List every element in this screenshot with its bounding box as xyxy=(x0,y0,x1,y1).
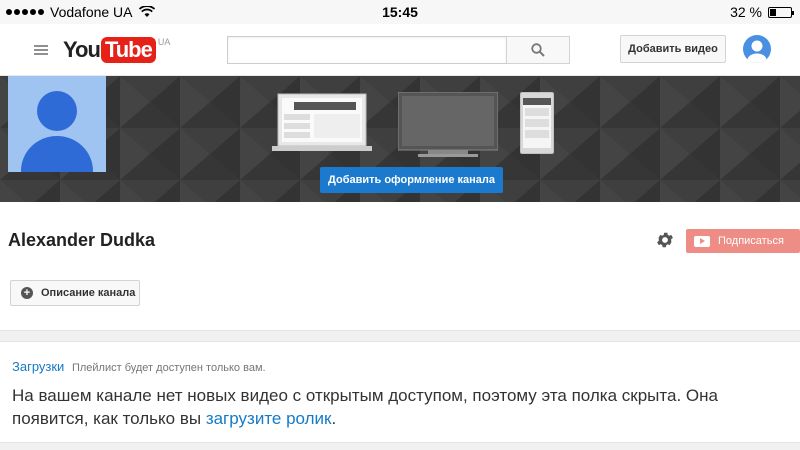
plus-icon: + xyxy=(21,287,33,299)
uploads-shelf-header: Загрузки Плейлист будет доступен только … xyxy=(12,359,266,374)
uploads-privacy-note: Плейлист будет доступен только вам. xyxy=(71,362,266,374)
section-divider xyxy=(0,330,800,342)
logo-region-text: UA xyxy=(157,37,171,47)
laptop-icon xyxy=(272,93,372,151)
channel-name: Alexander Dudka xyxy=(8,230,156,250)
battery-percent: 32 % xyxy=(730,4,762,20)
clock: 15:45 xyxy=(382,4,418,20)
logo-you-text: You xyxy=(63,37,101,62)
message-suffix: . xyxy=(331,409,337,428)
menu-icon[interactable] xyxy=(34,45,48,55)
battery-fill xyxy=(770,8,776,16)
gear-icon[interactable] xyxy=(655,230,675,250)
youtube-logo[interactable]: You Tube UA xyxy=(63,37,170,63)
channel-banner: Добавить оформление канала xyxy=(0,76,800,202)
message-line-2: появится, как только вы загрузите ролик. xyxy=(12,407,800,430)
uploads-link[interactable]: Загрузки xyxy=(12,359,64,374)
channel-description-label: Описание канала xyxy=(41,287,136,299)
upload-video-button[interactable]: Добавить видео xyxy=(620,35,726,63)
youtube-play-icon xyxy=(694,235,710,247)
add-channel-art-button[interactable]: Добавить оформление канала xyxy=(320,167,503,193)
upload-video-link[interactable]: загрузите ролик xyxy=(206,409,332,428)
top-header: You Tube UA Добавить видео xyxy=(0,24,800,76)
message-line-1: На вашем канале нет новых видео с открыт… xyxy=(12,386,718,405)
search-button[interactable] xyxy=(506,36,570,64)
uploads-empty-message: На вашем канале нет новых видео с открыт… xyxy=(12,384,800,430)
subscribe-label: Подписаться xyxy=(718,235,784,247)
battery-icon xyxy=(768,6,794,18)
bottom-divider xyxy=(0,442,800,450)
status-bar: Vodafone UA 15:45 32 % xyxy=(0,0,800,24)
channel-avatar[interactable] xyxy=(8,76,106,172)
logo-tube-text: Tube xyxy=(100,37,156,63)
phone-icon xyxy=(520,92,554,154)
channel-description-button[interactable]: + Описание канала xyxy=(10,280,140,306)
message-line-2-prefix: появится, как только вы xyxy=(12,409,206,428)
user-avatar-icon[interactable] xyxy=(743,35,771,63)
search-icon xyxy=(531,43,545,57)
status-right: 32 % xyxy=(730,4,794,20)
tv-icon xyxy=(398,92,498,157)
subscribe-button[interactable]: Подписаться xyxy=(686,229,800,253)
search-input[interactable] xyxy=(227,36,507,64)
